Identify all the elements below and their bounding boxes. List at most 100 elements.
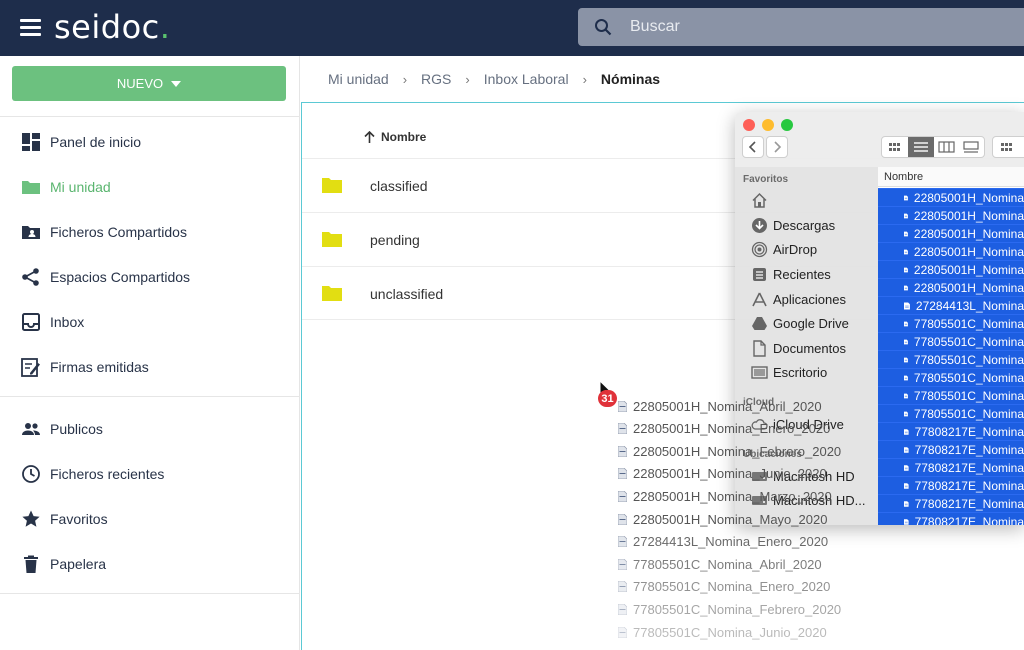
document-icon (904, 518, 909, 525)
finder-item-downloads[interactable]: Descargas (751, 214, 835, 236)
search-box[interactable] (578, 8, 1024, 46)
new-button[interactable]: NUEVO (12, 66, 286, 101)
sidebar-item-ficheros-recientes[interactable]: Ficheros recientes (0, 454, 300, 494)
document-icon (618, 445, 627, 457)
forward-button[interactable] (766, 136, 788, 158)
finder-file-name: 77808217E_Nomina (914, 424, 1024, 439)
finder-file-row[interactable]: 22805001H_Nomina (878, 242, 1024, 260)
folder-icon (22, 181, 40, 194)
finder-file-row[interactable]: 22805001H_Nomina (878, 206, 1024, 224)
drag-file-item: 77805501C_Nomina_Junio_2020 (618, 621, 827, 643)
document-icon (904, 301, 910, 310)
finder-file-name: 22805001H_Nomina (913, 280, 1024, 295)
finder-file-row[interactable]: 22805001H_Nomina (878, 278, 1024, 296)
breadcrumb-item[interactable]: RGS (421, 71, 451, 87)
document-icon (618, 513, 627, 525)
document-icon (618, 468, 627, 480)
dashboard-icon (22, 133, 40, 151)
column-header-name[interactable]: Nombre (364, 130, 426, 144)
sidebar-item-publicos[interactable]: Publicos (0, 409, 300, 449)
finder-file-row[interactable]: 27284413L_Nomina (878, 296, 1024, 314)
drag-file-item: 22805001H_Nomina_Marzo_2020 (618, 485, 832, 507)
finder-file-row[interactable]: 22805001H_Nomina (878, 260, 1024, 278)
finder-file-row[interactable]: 77805501C_Nomina (878, 350, 1024, 368)
sidebar-item-ficheros-compartidos[interactable]: Ficheros Compartidos (0, 212, 300, 252)
finder-item-applications[interactable]: Aplicaciones (751, 288, 846, 310)
drag-file-name: 22805001H_Nomina_Marzo_2020 (633, 488, 832, 504)
breadcrumb-item[interactable]: Inbox Laboral (484, 71, 569, 87)
finder-file-row[interactable]: 77808217E_Nomina (878, 440, 1024, 458)
finder-item-documents[interactable]: Documentos (751, 337, 846, 359)
drag-file-name: 22805001H_Nomina_Febrero_2020 (633, 443, 842, 459)
applications-icon (752, 292, 767, 306)
finder-column-header-name[interactable]: Nombre (878, 167, 1024, 187)
close-window-button[interactable] (743, 119, 755, 131)
breadcrumb-item[interactable]: Mi unidad (328, 71, 389, 87)
desktop-icon (751, 365, 768, 379)
finder-file-row[interactable]: 77805501C_Nomina (878, 386, 1024, 404)
document-icon (904, 267, 908, 272)
drag-file-name: 22805001H_Nomina_Junio_2020 (633, 466, 827, 482)
finder-file-row[interactable]: 22805001H_Nomina (878, 224, 1024, 242)
document-icon (904, 213, 908, 218)
finder-file-row[interactable]: 77805501C_Nomina (878, 314, 1024, 332)
hamburger-menu-icon[interactable] (20, 19, 41, 36)
chevron-right-icon: › (402, 71, 408, 87)
finder-file-row[interactable]: 77808217E_Nomina (878, 494, 1024, 512)
finder-file-name: 77805501C_Nomina (913, 316, 1024, 331)
back-button[interactable] (742, 136, 764, 158)
icon-view-icon[interactable] (889, 143, 900, 151)
top-bar: seidoc. (0, 0, 1024, 56)
drag-file-name: 22805001H_Nomina_Abril_2020 (633, 398, 822, 414)
minimize-window-button[interactable] (762, 119, 774, 131)
finder-file-row[interactable]: 77805501C_Nomina (878, 332, 1024, 350)
sidebar: NUEVO Panel de inicio Mi unidad Ficheros… (0, 56, 300, 650)
sidebar-item-inbox[interactable]: Inbox (0, 302, 300, 342)
sidebar-item-mi-unidad[interactable]: Mi unidad (0, 167, 300, 207)
drag-file-item: 22805001H_Nomina_Mayo_2020 (618, 508, 827, 530)
finder-file-row[interactable]: 22805001H_Nomina (878, 188, 1024, 206)
document-icon (904, 357, 908, 362)
finder-file-name: 77808217E_Nomina (914, 478, 1024, 493)
finder-file-row[interactable]: 77808217E_Nomina (878, 512, 1024, 525)
group-button[interactable] (992, 136, 1024, 158)
finder-file-row[interactable]: 77808217E_Nomina (878, 422, 1024, 440)
finder-file-list: Nombre 22805001H_Nomina 22805001H_Nomina 2… (878, 167, 1024, 525)
finder-item-desktop[interactable]: Escritorio (751, 361, 827, 383)
maximize-window-button[interactable] (781, 119, 793, 131)
drag-file-name: 77805501C_Nomina_Enero_2020 (633, 579, 831, 595)
document-icon (904, 446, 909, 453)
drag-file-item: 22805001H_Nomina_Enero_2020 (618, 418, 830, 440)
favorites-header: Favoritos (743, 174, 789, 185)
finder-item-airdrop[interactable]: AirDrop (751, 238, 817, 260)
document-icon (904, 195, 908, 200)
finder-file-name: 77805501C_Nomina (913, 352, 1024, 367)
breadcrumb: Mi unidad › RGS › Inbox Laboral › Nómina… (328, 71, 660, 87)
sidebar-item-firmas-emitidas[interactable]: Firmas emitidas (0, 347, 300, 387)
finder-file-row[interactable]: 77808217E_Nomina (878, 458, 1024, 476)
view-switcher[interactable] (881, 136, 985, 158)
finder-item-home[interactable] (751, 189, 773, 211)
document-icon (904, 339, 908, 344)
drag-file-name: 77805501C_Nomina_Febrero_2020 (633, 601, 842, 617)
chevron-left-icon (748, 141, 756, 153)
inbox-icon (22, 313, 40, 331)
finder-file-row[interactable]: 77805501C_Nomina (878, 404, 1024, 422)
gallery-view-icon[interactable] (963, 141, 979, 153)
column-view-icon[interactable] (938, 141, 955, 153)
finder-file-name: 22805001H_Nomina (913, 208, 1024, 223)
sidebar-item-papelera[interactable]: Papelera (0, 544, 300, 584)
finder-file-row[interactable]: 77805501C_Nomina (878, 368, 1024, 386)
divider (0, 593, 300, 594)
share-icon (22, 268, 39, 286)
sidebar-item-panel-de-inicio[interactable]: Panel de inicio (0, 122, 300, 162)
drag-file-item: 77805501C_Nomina_Enero_2020 (618, 576, 830, 598)
finder-item-recents[interactable]: Recientes (751, 263, 831, 285)
logo[interactable]: seidoc. (54, 8, 170, 46)
search-input[interactable] (630, 8, 1010, 46)
sidebar-item-favoritos[interactable]: Favoritos (0, 499, 300, 539)
google-drive-icon (752, 316, 767, 330)
finder-item-google-drive[interactable]: Google Drive (751, 312, 849, 334)
sidebar-item-espacios-compartidos[interactable]: Espacios Compartidos (0, 257, 300, 297)
finder-file-row[interactable]: 77808217E_Nomina (878, 476, 1024, 494)
